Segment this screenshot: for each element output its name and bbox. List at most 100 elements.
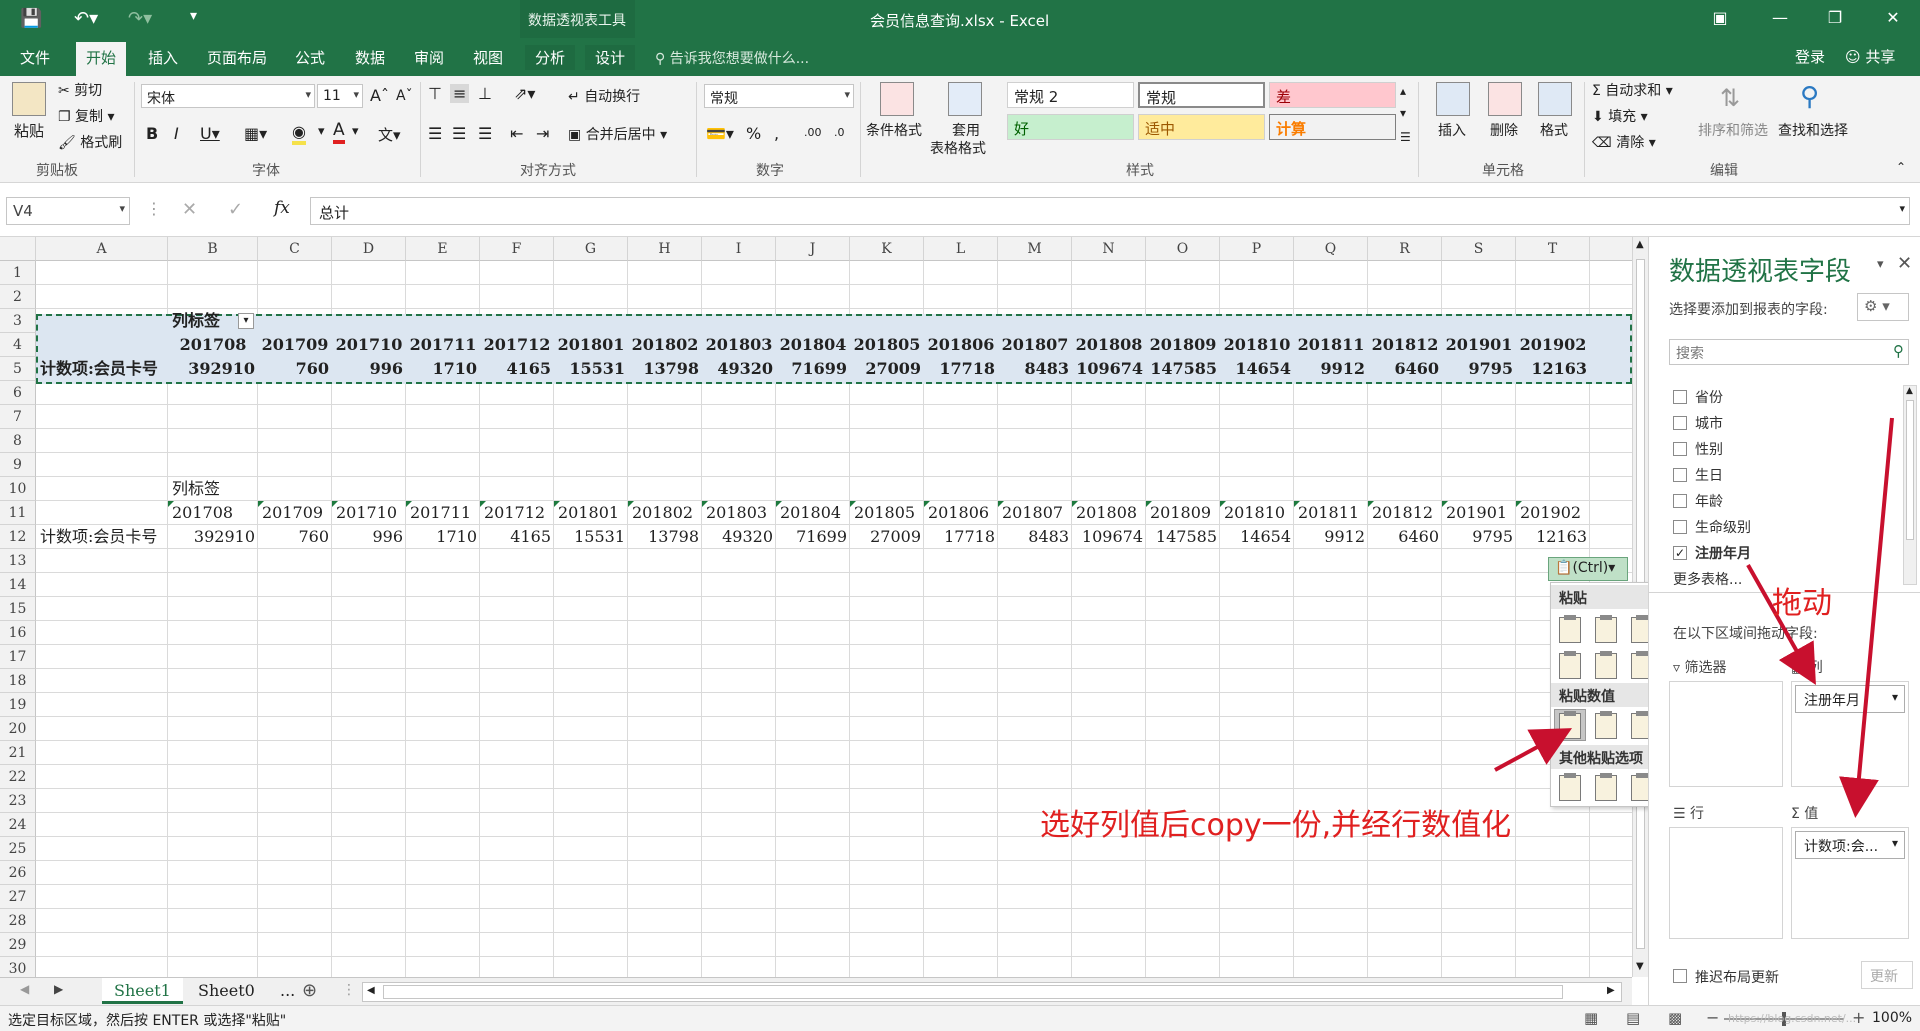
style-calculation[interactable]: 计算 [1269, 114, 1396, 140]
style-normal[interactable]: 常规 [1138, 82, 1265, 108]
styles-scroll-up-icon[interactable]: ▴ [1400, 84, 1406, 98]
merge-center-button[interactable]: ▣ 合并后居中 ▾ [568, 124, 667, 144]
pasted-header-cell[interactable]: 201902 [1516, 501, 1590, 524]
orientation-icon[interactable]: ⇗▾ [514, 84, 535, 103]
rows-area[interactable] [1669, 827, 1783, 939]
pasted-col-label[interactable]: 列标签 [168, 477, 258, 500]
font-name-select[interactable]: 宋体 [141, 84, 315, 108]
scroll-up-icon[interactable]: ▲ [1636, 239, 1644, 250]
fill-color-dropdown-icon[interactable]: ▾ [318, 124, 325, 139]
column-header-r[interactable]: R [1368, 237, 1442, 261]
pasted-header-cell[interactable]: 201811 [1294, 501, 1368, 524]
field-checkbox[interactable] [1673, 494, 1687, 508]
name-box-dropdown-icon[interactable]: ▾ [119, 202, 125, 215]
pasted-value-cell[interactable]: 14654 [1220, 525, 1294, 548]
pasted-value-cell[interactable]: 1710 [406, 525, 480, 548]
column-header-e[interactable]: E [406, 237, 480, 261]
align-left-icon[interactable]: ☰ [428, 124, 442, 143]
pasted-value-cell[interactable]: 4165 [480, 525, 554, 548]
minimize-icon[interactable]: — [1765, 8, 1795, 27]
sheet-tab-sheet1[interactable]: Sheet1 [102, 978, 183, 1004]
style-normal-2[interactable]: 常规 2 [1007, 82, 1134, 108]
format-cells-icon[interactable] [1538, 82, 1572, 116]
conditional-format-icon[interactable] [880, 82, 914, 116]
name-box[interactable]: V4 ▾ [6, 197, 130, 225]
pasted-header-cell[interactable]: 201801 [554, 501, 628, 524]
row-header-26[interactable]: 26 [0, 861, 36, 885]
row-header-9[interactable]: 9 [0, 453, 36, 477]
insert-cells-button[interactable]: 插入 [1438, 120, 1466, 140]
tab-data[interactable]: 数据 [345, 45, 395, 70]
tab-home[interactable]: 开始 [76, 42, 127, 76]
enter-icon[interactable]: ✓ [228, 199, 243, 220]
cancel-icon[interactable]: ✕ [182, 199, 197, 220]
styles-more-icon[interactable]: ☰ [1400, 130, 1411, 144]
undo-icon[interactable]: ↶▾ [74, 8, 98, 29]
row-header-6[interactable]: 6 [0, 381, 36, 405]
row-header-4[interactable]: 4 [0, 333, 36, 357]
row-header-17[interactable]: 17 [0, 645, 36, 669]
paste-formatting-icon[interactable] [1559, 773, 1581, 801]
pasted-value-cell[interactable]: 392910 [168, 525, 258, 548]
row-header-25[interactable]: 25 [0, 837, 36, 861]
percent-icon[interactable]: % [746, 124, 761, 143]
tools-gear-button[interactable]: ⚙ ▾ [1857, 293, 1909, 321]
paste-values-icon[interactable] [1559, 711, 1581, 739]
pasted-header-cell[interactable]: 201810 [1220, 501, 1294, 524]
tell-me-box[interactable]: ⚲ 告诉我您想要做什么... [655, 48, 809, 68]
conditional-format-button[interactable]: 条件格式 [866, 120, 922, 140]
horizontal-scroll-thumb[interactable] [383, 985, 1563, 999]
pasted-value-cell[interactable]: 27009 [850, 525, 924, 548]
row-header-24[interactable]: 24 [0, 813, 36, 837]
row-header-30[interactable]: 30 [0, 957, 36, 977]
table-format-icon[interactable] [948, 82, 982, 116]
paste-icon[interactable] [1559, 615, 1581, 643]
underline-icon[interactable]: U▾ [200, 124, 220, 143]
tab-review[interactable]: 审阅 [404, 45, 454, 70]
field-item[interactable]: 生命级别 [1669, 515, 1899, 539]
paste-options-button[interactable]: 📋(Ctrl)▾ [1548, 557, 1628, 581]
column-header-t[interactable]: T [1516, 237, 1590, 261]
shrink-font-icon[interactable]: Aˇ [396, 88, 413, 104]
row-header-14[interactable]: 14 [0, 573, 36, 597]
scroll-left-icon[interactable]: ◀ [367, 985, 375, 996]
field-list-scrollbar[interactable]: ▲ [1903, 385, 1917, 585]
row-header-28[interactable]: 28 [0, 909, 36, 933]
column-header-p[interactable]: P [1220, 237, 1294, 261]
row-header-20[interactable]: 20 [0, 717, 36, 741]
column-header-n[interactable]: N [1072, 237, 1146, 261]
pane-close-icon[interactable]: ✕ [1897, 253, 1912, 274]
style-neutral[interactable]: 适中 [1138, 114, 1265, 140]
format-cells-button[interactable]: 格式 [1540, 120, 1568, 140]
pasted-value-cell[interactable]: 760 [258, 525, 332, 548]
column-header-partial[interactable] [1590, 237, 1632, 261]
pasted-header-cell[interactable]: 201805 [850, 501, 924, 524]
select-all-corner[interactable] [0, 237, 36, 261]
increase-decimal-icon[interactable]: .00 [804, 126, 822, 139]
login-link[interactable]: 登录 [1795, 46, 1825, 67]
insert-function-icon[interactable]: fx [274, 198, 290, 218]
row-header-2[interactable]: 2 [0, 285, 36, 309]
row-header-7[interactable]: 7 [0, 405, 36, 429]
column-header-m[interactable]: M [998, 237, 1072, 261]
field-item[interactable]: 性别 [1669, 437, 1899, 461]
field-item[interactable]: ✓ 注册年月 [1669, 541, 1899, 565]
find-select-icon[interactable]: ⚲ [1800, 82, 1819, 112]
pasted-header-cell[interactable]: 201802 [628, 501, 702, 524]
decrease-indent-icon[interactable]: ⇤ [510, 124, 523, 143]
style-bad[interactable]: 差 [1269, 82, 1396, 108]
sort-filter-button[interactable]: 排序和筛选 [1698, 120, 1768, 140]
field-search-input[interactable]: 搜索 ⚲ [1669, 339, 1909, 365]
pasted-value-cell[interactable]: 109674 [1072, 525, 1146, 548]
field-checkbox[interactable] [1673, 390, 1687, 404]
pasted-header-cell[interactable]: 201807 [998, 501, 1072, 524]
row-header-5[interactable]: 5 [0, 357, 36, 381]
filters-area[interactable] [1669, 681, 1783, 787]
paste-formulas-icon[interactable] [1595, 615, 1617, 643]
restore-icon[interactable]: ❐ [1820, 8, 1850, 27]
comma-icon[interactable]: , [774, 124, 779, 143]
pasted-value-cell[interactable]: 17718 [924, 525, 998, 548]
row-header-15[interactable]: 15 [0, 597, 36, 621]
row-header-16[interactable]: 16 [0, 621, 36, 645]
share-button[interactable]: ☺ 共享 [1845, 46, 1895, 67]
